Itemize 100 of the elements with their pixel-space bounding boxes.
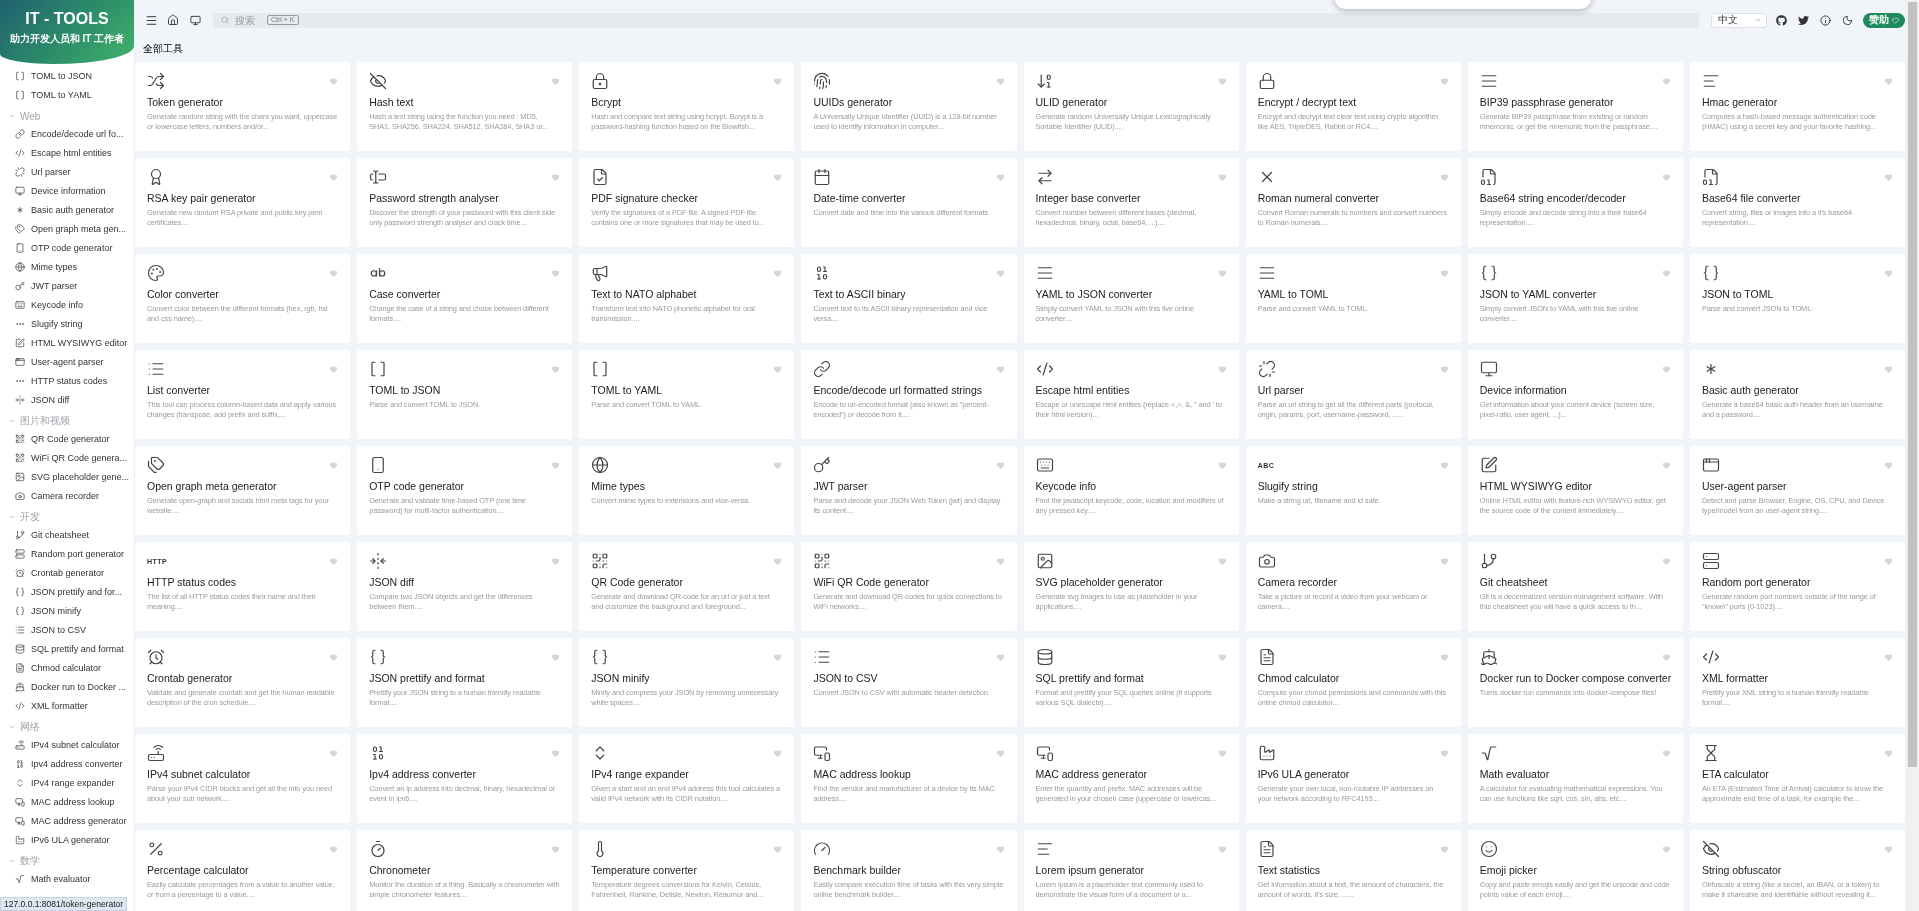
favorite-button[interactable] <box>551 652 561 662</box>
favorite-button[interactable] <box>773 364 783 374</box>
favorite-button[interactable] <box>1217 364 1227 374</box>
sidebar-item[interactable]: WiFi QR Code genera... <box>0 448 134 467</box>
favorite-button[interactable] <box>551 556 561 566</box>
favorite-button[interactable] <box>551 844 561 854</box>
sidebar-item[interactable]: Docker run to Docker ... <box>0 677 134 696</box>
favorite-button[interactable] <box>1661 748 1671 758</box>
favorite-button[interactable] <box>1884 748 1893 758</box>
favorite-button[interactable] <box>1217 844 1227 854</box>
sidebar-item[interactable]: Crontab generator <box>0 563 134 582</box>
favorite-button[interactable] <box>773 748 783 758</box>
sidebar-item[interactable]: Url parser <box>0 162 134 181</box>
sidebar-item[interactable]: Random port generator <box>0 544 134 563</box>
favorite-button[interactable] <box>995 748 1005 758</box>
sidebar-item[interactable]: SQL prettify and format <box>0 639 134 658</box>
favorite-button[interactable] <box>329 748 339 758</box>
sidebar-item[interactable]: Git cheatsheet <box>0 525 134 544</box>
sidebar-item[interactable]: Chmod calculator <box>0 658 134 677</box>
favorite-button[interactable] <box>773 268 783 278</box>
favorite-button[interactable] <box>1439 172 1449 182</box>
home-button[interactable] <box>165 12 181 28</box>
caret-icon[interactable] <box>8 112 16 120</box>
favorite-button[interactable] <box>1217 460 1227 470</box>
sidebar-item[interactable]: User-agent parser <box>0 352 134 371</box>
favorite-button[interactable] <box>329 364 339 374</box>
sidebar-item[interactable]: Encode/decode url fo... <box>0 124 134 143</box>
favorite-button[interactable] <box>773 172 783 182</box>
favorite-button[interactable] <box>995 844 1005 854</box>
favorite-button[interactable] <box>1439 268 1449 278</box>
caret-icon[interactable] <box>8 417 16 425</box>
sidebar-item[interactable]: JSON minify <box>0 601 134 620</box>
favorite-button[interactable] <box>995 364 1005 374</box>
favorite-button[interactable] <box>1661 844 1671 854</box>
sidebar-item[interactable]: JSON diff <box>0 390 134 409</box>
favorite-button[interactable] <box>1661 76 1671 86</box>
favorite-button[interactable] <box>773 76 783 86</box>
sidebar-item[interactable]: HTML WYSIWYG editor <box>0 333 134 352</box>
favorite-button[interactable] <box>551 268 561 278</box>
favorite-button[interactable] <box>773 460 783 470</box>
favorite-button[interactable] <box>995 652 1005 662</box>
sidebar-item[interactable]: JSON prettify and for... <box>0 582 134 601</box>
favorite-button[interactable] <box>1439 460 1449 470</box>
favorite-button[interactable] <box>1439 556 1449 566</box>
favorite-button[interactable] <box>1661 268 1671 278</box>
sidebar-item[interactable]: MAC address lookup <box>0 792 134 811</box>
sidebar-item[interactable]: IPv4 range expander <box>0 773 134 792</box>
favorite-button[interactable] <box>1884 172 1893 182</box>
favorite-button[interactable] <box>1439 844 1449 854</box>
sidebar-item[interactable]: IPv4 subnet calculator <box>0 735 134 754</box>
logo-banner[interactable]: IT - TOOLS 助力开发人员和 IT 工作者 <box>0 0 134 64</box>
sidebar-item[interactable]: Keycode info <box>0 295 134 314</box>
caret-icon[interactable] <box>8 857 16 865</box>
caret-icon[interactable] <box>8 723 16 731</box>
favorite-button[interactable] <box>995 268 1005 278</box>
favorite-button[interactable] <box>773 844 783 854</box>
favorite-button[interactable] <box>551 172 561 182</box>
search-input[interactable]: 搜索 <box>235 14 261 26</box>
sidebar-item[interactable]: JWT parser <box>0 276 134 295</box>
favorite-button[interactable] <box>551 76 561 86</box>
favorite-button[interactable] <box>329 460 339 470</box>
favorite-button[interactable] <box>1439 76 1449 86</box>
sidebar-item[interactable]: IPv6 ULA generator <box>0 830 134 849</box>
favorite-button[interactable] <box>329 268 339 278</box>
sidebar-item[interactable]: TOML to JSON <box>0 66 134 85</box>
github-button[interactable] <box>1773 12 1789 28</box>
sidebar-item[interactable]: SVG placeholder gene... <box>0 467 134 486</box>
sidebar-item[interactable]: QR Code generator <box>0 429 134 448</box>
favorite-button[interactable] <box>773 556 783 566</box>
favorite-button[interactable] <box>995 76 1005 86</box>
favorite-button[interactable] <box>995 556 1005 566</box>
language-select[interactable]: 中文 <box>1711 12 1767 28</box>
favorite-button[interactable] <box>1661 460 1671 470</box>
favorite-button[interactable] <box>1884 652 1893 662</box>
sidebar-item[interactable]: MAC address generator <box>0 811 134 830</box>
favorite-button[interactable] <box>1439 364 1449 374</box>
favorite-button[interactable] <box>1217 652 1227 662</box>
favorite-button[interactable] <box>1661 364 1671 374</box>
favorite-button[interactable] <box>1884 76 1893 86</box>
favorite-button[interactable] <box>1217 748 1227 758</box>
favorite-button[interactable] <box>329 652 339 662</box>
sidebar-item[interactable]: JSON to CSV <box>0 620 134 639</box>
favorite-button[interactable] <box>1884 268 1893 278</box>
favorite-button[interactable] <box>1661 652 1671 662</box>
favorite-button[interactable] <box>329 844 339 854</box>
favorite-button[interactable] <box>329 172 339 182</box>
sidebar-item[interactable]: Open graph meta gen... <box>0 219 134 238</box>
favorite-button[interactable] <box>1884 844 1893 854</box>
favorite-button[interactable] <box>1884 460 1893 470</box>
favorite-button[interactable] <box>1439 652 1449 662</box>
sidebar-item[interactable]: HTTP status codes <box>0 371 134 390</box>
favorite-button[interactable] <box>329 76 339 86</box>
favorite-button[interactable] <box>551 364 561 374</box>
sidebar-item[interactable]: Ipv4 address converter <box>0 754 134 773</box>
favorite-button[interactable] <box>1884 556 1893 566</box>
caret-icon[interactable] <box>8 513 16 521</box>
sidebar-item[interactable]: Basic auth generator <box>0 200 134 219</box>
favorite-button[interactable] <box>1661 172 1671 182</box>
scrollbar[interactable] <box>1905 0 1919 911</box>
favorite-button[interactable] <box>329 556 339 566</box>
